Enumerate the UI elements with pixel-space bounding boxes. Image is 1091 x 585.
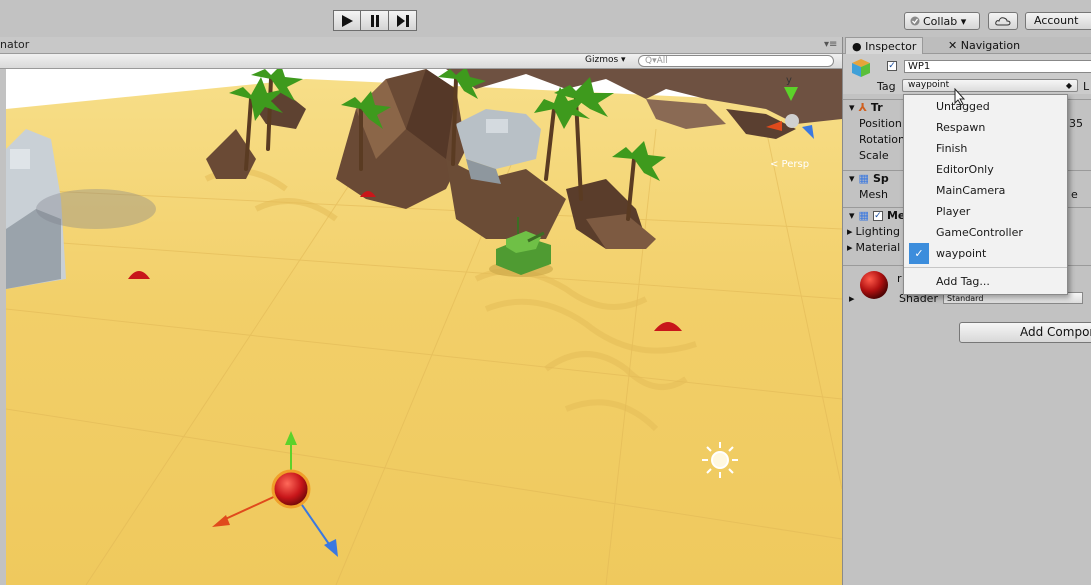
scene-search-input[interactable]: Q▾All — [638, 55, 834, 67]
step-icon — [396, 14, 409, 27]
mouse-cursor-icon — [954, 88, 966, 106]
mesh-filter-icon: ▦ — [858, 172, 869, 185]
menu-item-maincamera[interactable]: MainCamera — [904, 180, 1067, 201]
tab-inspector[interactable]: ● Inspector — [845, 37, 924, 54]
scale-label: Scale — [859, 149, 889, 162]
menu-item-respawn[interactable]: Respawn — [904, 117, 1067, 138]
menu-item-label: EditorOnly — [936, 163, 994, 176]
menu-item-label: Add Tag... — [936, 275, 990, 288]
navigation-icon: ✕ — [948, 39, 958, 52]
materials-label: Material — [855, 241, 901, 254]
tag-dropdown-menu: Untagged Respawn Finish EditorOnly MainC… — [903, 94, 1068, 295]
checkmark-icon: ✓ — [909, 243, 929, 264]
foldout-arrow-icon: ▸ — [847, 225, 853, 238]
transform-icon: ⅄ — [858, 101, 867, 114]
foldout-arrow-icon: ▾ — [849, 209, 855, 222]
cloud-icon — [995, 17, 1011, 26]
foldout-arrow-icon: ▸ — [847, 241, 853, 254]
mesh-label: Mesh — [859, 188, 888, 201]
menu-item-label: MainCamera — [936, 184, 1006, 197]
collab-check-icon — [910, 16, 920, 26]
menu-item-untagged[interactable]: Untagged — [904, 96, 1067, 117]
tab-navigation[interactable]: ✕ Navigation — [942, 37, 1026, 54]
gizmo-y-label: y — [786, 75, 792, 86]
cloud-button[interactable] — [988, 12, 1018, 30]
scene-toolbar: Gizmos ▾ Q▾All — [0, 53, 842, 69]
main-toolbar: Collab ▾ Account — [0, 0, 1091, 37]
tag-dropdown[interactable]: waypoint ◆ — [902, 79, 1078, 92]
tab-inspector-label: Inspector — [865, 40, 917, 53]
menu-item-editoronly[interactable]: EditorOnly — [904, 159, 1067, 180]
foldout-arrow-icon: ▾ — [849, 172, 855, 185]
dropdown-arrow-icon: ◆ — [1065, 81, 1072, 90]
transform-title: Tr — [870, 101, 883, 114]
inspector-tab-bar: ● Inspector ✕ Navigation — [843, 37, 1091, 54]
menu-item-label: waypoint — [936, 247, 987, 260]
play-icon — [342, 14, 353, 27]
tab-navigation-label: Navigation — [960, 39, 1021, 52]
menu-item-label: Finish — [936, 142, 968, 155]
tag-value: waypoint — [908, 80, 950, 90]
menu-item-label: GameController — [936, 226, 1023, 239]
position-value[interactable]: 35 — [1069, 116, 1083, 132]
menu-separator — [904, 267, 1067, 268]
sphere-title: Sp — [872, 172, 889, 185]
menu-item-label: Player — [936, 205, 971, 218]
directional-light-icon[interactable] — [702, 442, 738, 478]
menu-item-label: Respawn — [936, 121, 986, 134]
rotation-label: Rotation — [859, 133, 906, 146]
scene-render[interactable]: y < Persp — [6, 69, 842, 585]
mesh-renderer-checkbox[interactable]: ✓ — [872, 211, 883, 221]
gameobject-header: ✓ WP1 Tag waypoint ◆ L — [843, 54, 1091, 94]
panel-menu-icon[interactable]: ▾≡ — [824, 39, 837, 50]
scene-tab-bar: nator ▾≡ — [0, 37, 842, 53]
menu-item-add-tag[interactable]: Add Tag... — [904, 271, 1067, 292]
mesh-value[interactable]: e — [1071, 187, 1078, 203]
position-label: Position — [859, 117, 902, 130]
menu-item-gamecontroller[interactable]: GameController — [904, 222, 1067, 243]
material-preview[interactable] — [859, 270, 889, 300]
menu-item-finish[interactable]: Finish — [904, 138, 1067, 159]
material-name: r — [897, 272, 902, 285]
active-checkbox[interactable]: ✓ — [887, 61, 897, 71]
collab-label: Collab ▾ — [923, 14, 967, 28]
info-icon: ● — [852, 40, 862, 53]
account-button[interactable]: Account — [1025, 12, 1091, 30]
step-button[interactable] — [389, 10, 417, 31]
play-controls — [333, 10, 417, 31]
menu-item-player[interactable]: Player — [904, 201, 1067, 222]
lighting-label: Lighting — [855, 225, 900, 238]
gameobject-cube-icon — [852, 59, 870, 77]
foldout-arrow-icon: ▾ — [849, 101, 855, 114]
animator-tab[interactable]: nator — [0, 38, 29, 51]
persp-label[interactable]: < Persp — [770, 159, 809, 170]
add-component-button[interactable]: Add Compor — [959, 322, 1091, 343]
mesh-renderer-icon: ▦ — [858, 209, 869, 222]
object-name-field[interactable]: WP1 — [904, 60, 1091, 73]
pause-icon — [370, 14, 379, 27]
collab-button[interactable]: Collab ▾ — [904, 12, 980, 30]
scene-viewport[interactable]: y < Persp — [6, 69, 842, 585]
pause-button[interactable] — [361, 10, 389, 31]
gizmos-dropdown[interactable]: Gizmos ▾ — [585, 55, 626, 65]
foldout-arrow-icon[interactable]: ▸ — [849, 292, 855, 305]
layer-label: L — [1083, 80, 1090, 93]
play-button[interactable] — [333, 10, 361, 31]
menu-item-waypoint[interactable]: ✓ waypoint — [904, 243, 1067, 264]
tag-label: Tag — [877, 80, 896, 93]
